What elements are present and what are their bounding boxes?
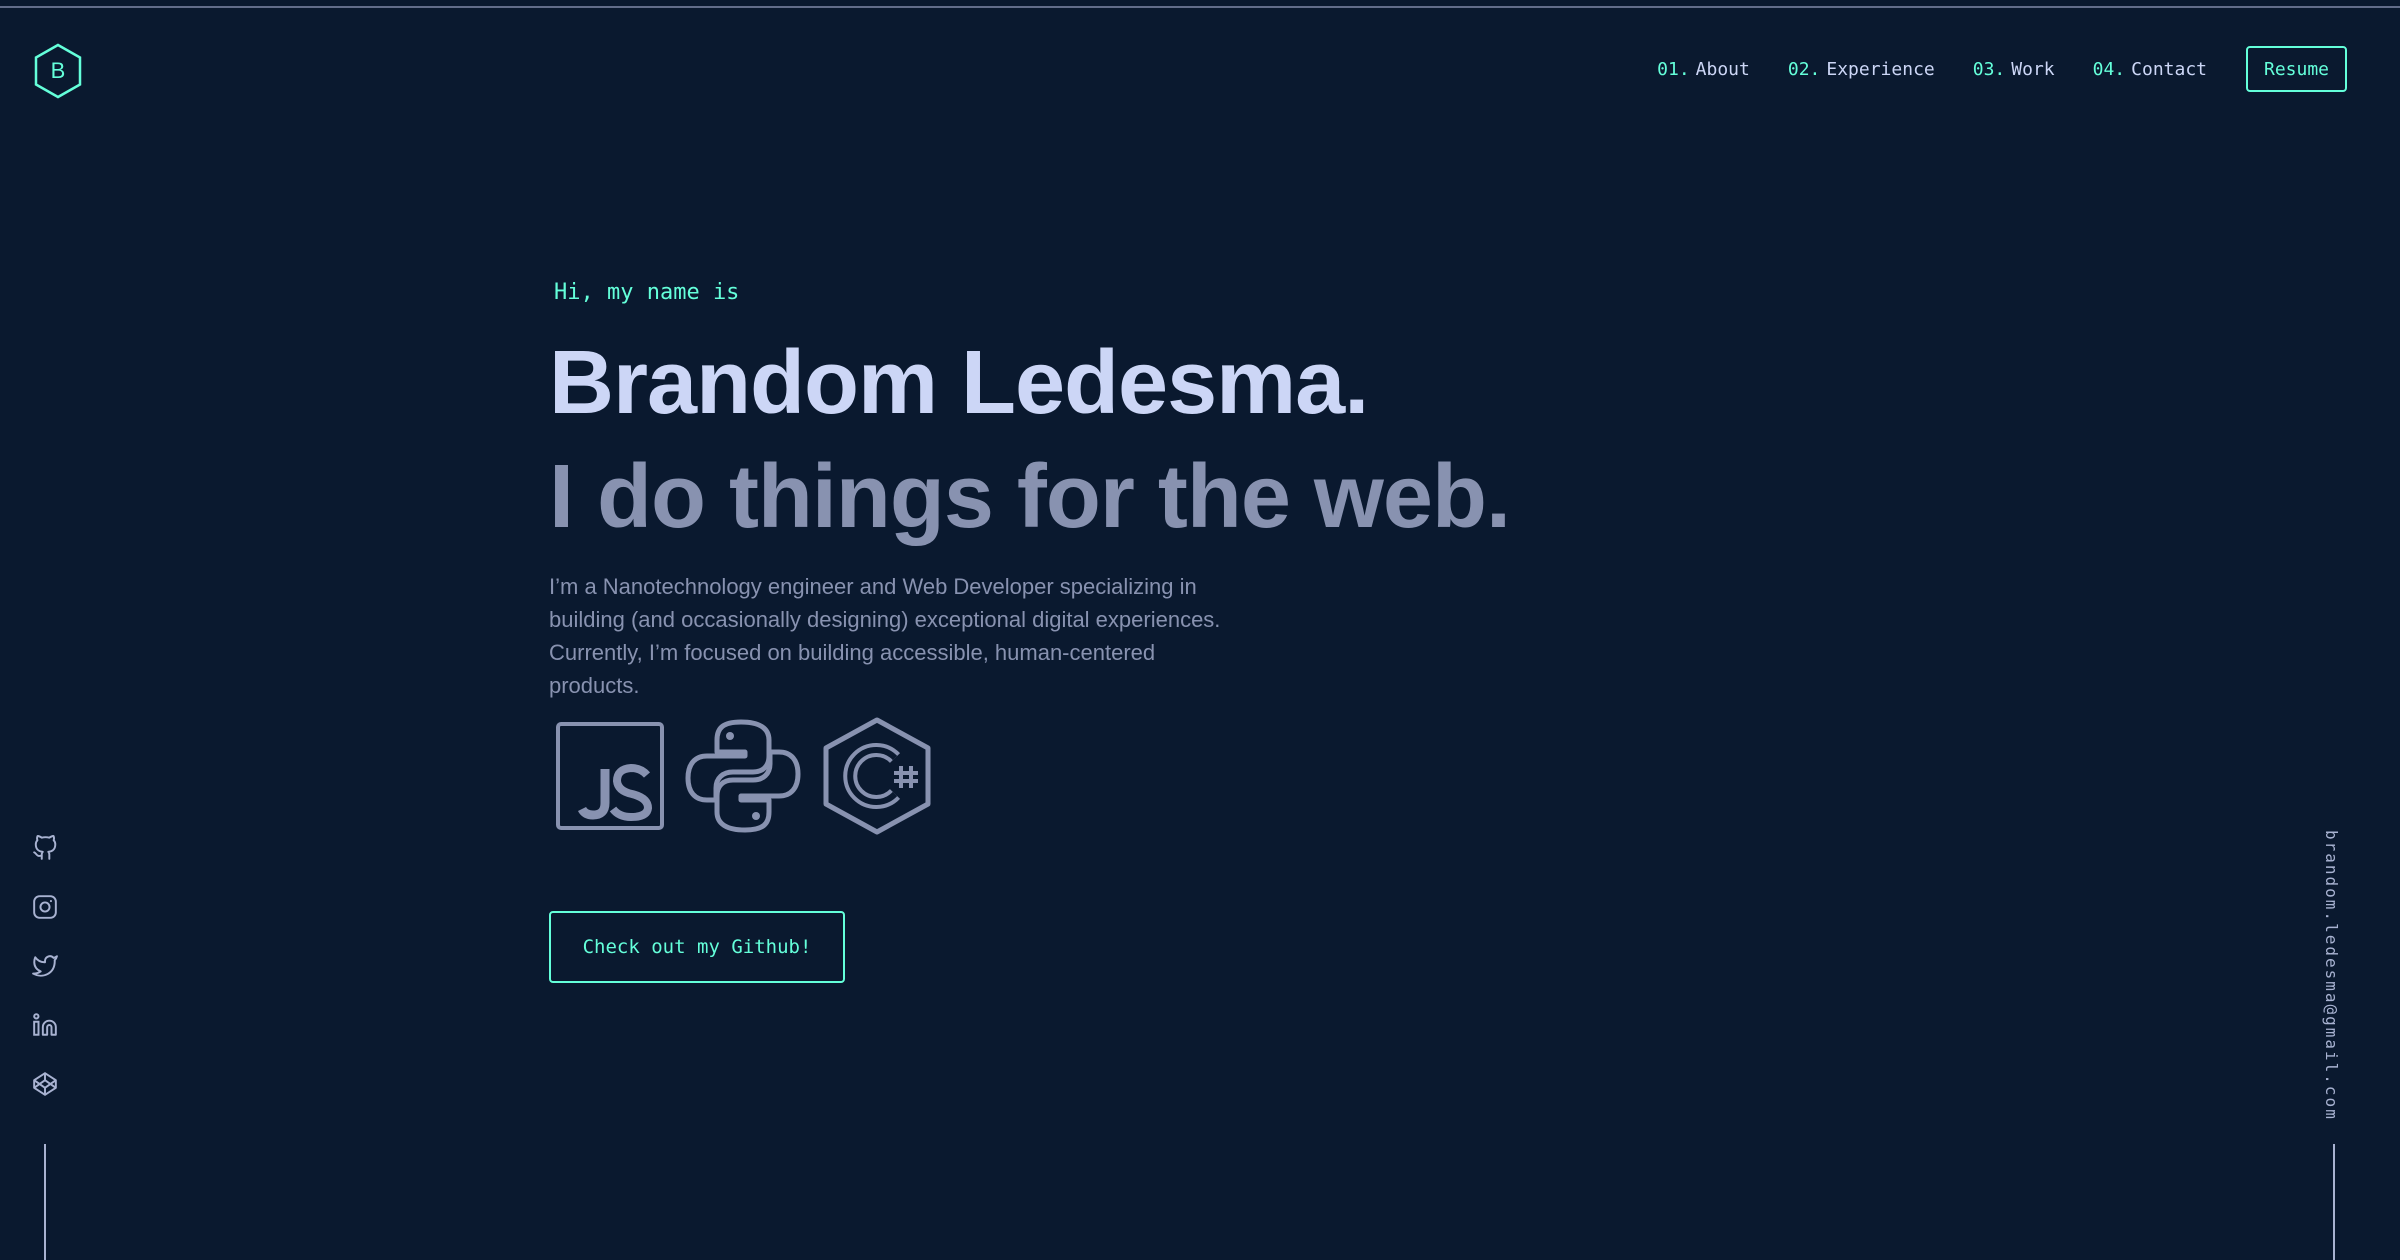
hero-bio: I’m a Nanotechnology engineer and Web De…	[549, 574, 1221, 698]
nav-item-number: 01.	[1657, 58, 1690, 80]
python-icon	[683, 716, 803, 836]
nav-item-label: Experience	[1826, 58, 1935, 80]
social-divider-line	[44, 1144, 46, 1260]
nav-item-about[interactable]: 01. About	[1657, 59, 1750, 80]
nav-item-label: About	[1695, 58, 1750, 80]
linkedin-link[interactable]	[30, 1010, 60, 1040]
codepen-icon	[33, 1072, 57, 1096]
top-border-line	[0, 6, 2400, 8]
email-link[interactable]: brandom.ledesma@gmail.com	[2322, 830, 2341, 1121]
nav-item-label: Work	[2011, 58, 2055, 80]
logo-letter: B	[51, 58, 66, 83]
hero-name: Brandom Ledesma.	[549, 333, 1369, 433]
hexagon-logo-icon: B	[34, 43, 82, 99]
nav-item-experience[interactable]: 02. Experience	[1788, 59, 1935, 80]
email-divider-line	[2333, 1144, 2335, 1260]
hero-tagline: I do things for the web.	[549, 447, 1511, 547]
home-logo[interactable]: B	[33, 43, 83, 99]
github-cta-button[interactable]: Check out my Github!	[549, 911, 845, 983]
social-links	[30, 833, 60, 1128]
javascript-icon	[555, 721, 665, 831]
nav-item-work[interactable]: 03. Work	[1973, 59, 2055, 80]
twitter-link[interactable]	[30, 951, 60, 981]
nav-item-label: Contact	[2131, 58, 2207, 80]
nav-item-number: 02.	[1787, 58, 1821, 80]
nav-item-number: 03.	[1972, 58, 2006, 80]
codepen-link[interactable]	[30, 1069, 60, 1099]
instagram-link[interactable]	[30, 892, 60, 922]
github-icon	[33, 835, 57, 860]
nav-item-number: 04.	[2092, 58, 2126, 80]
main-nav: 01. About 02. Experience 03. Work 04. Co…	[1657, 46, 2347, 92]
email-sidebar: brandom.ledesma@gmail.com	[2322, 830, 2346, 1121]
tech-icons	[555, 716, 1510, 836]
resume-button[interactable]: Resume	[2246, 46, 2347, 92]
instagram-icon	[33, 895, 57, 919]
github-link[interactable]	[30, 833, 60, 863]
hero-greeting: Hi, my name is	[554, 280, 740, 305]
csharp-icon	[821, 716, 933, 836]
linkedin-icon	[33, 1013, 57, 1036]
hero-section: Hi, my name is Brandom Ledesma. I do thi…	[549, 278, 1511, 836]
twitter-icon	[32, 955, 58, 977]
nav-item-contact[interactable]: 04. Contact	[2093, 59, 2207, 80]
